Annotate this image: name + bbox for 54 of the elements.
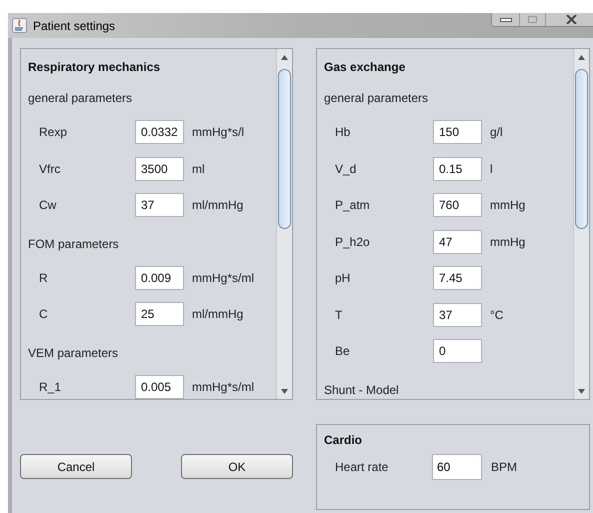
parameter-label: V_d: [335, 160, 358, 178]
panel-title: Respiratory mechanics: [28, 59, 160, 76]
parameter-label: Hb: [335, 124, 352, 142]
scroll-thumb[interactable]: [278, 69, 291, 229]
value-field[interactable]: 37: [135, 193, 184, 218]
value-field[interactable]: 60: [432, 454, 482, 480]
value-field[interactable]: 3500: [135, 156, 184, 181]
unit-label: ml/mmHg: [192, 197, 244, 214]
parameter-label: T: [335, 306, 344, 324]
value-field[interactable]: 0.005: [135, 374, 184, 399]
parameter-label: P_atm: [335, 197, 371, 214]
parameter-label: C: [39, 306, 49, 324]
unit-label: ml/mmHg: [192, 306, 244, 324]
window-title: Patient settings: [33, 18, 116, 34]
value-field[interactable]: 0.009: [135, 266, 184, 290]
value-field[interactable]: 760: [433, 193, 482, 218]
parameter-label: Vfrc: [39, 160, 62, 178]
section-label: VEM parameters: [28, 344, 118, 362]
app-icon: [12, 18, 27, 33]
ok-button[interactable]: OK: [181, 454, 293, 479]
panel-title: Cardio: [324, 432, 362, 449]
parameter-label: R_1: [39, 378, 62, 396]
unit-label: mmHg*s/ml: [192, 270, 254, 287]
parameter-label: P_h2o: [335, 234, 371, 251]
section-label: Shunt - Model: [324, 382, 399, 398]
value-field[interactable]: 0.15: [433, 156, 482, 181]
value-field[interactable]: 0: [433, 339, 482, 364]
section-label: FOM parameters: [28, 236, 119, 252]
unit-label: ml: [192, 160, 205, 178]
parameter-label: R: [39, 270, 49, 287]
unit-label: mmHg: [490, 234, 526, 251]
value-field[interactable]: 0.0332: [135, 120, 184, 144]
unit-label: l: [490, 160, 493, 178]
parameter-label: Cw: [39, 197, 58, 214]
section-label: general parameters: [28, 90, 132, 107]
unit-label: mmHg*s/ml: [192, 378, 254, 396]
value-field[interactable]: 37: [433, 302, 482, 327]
parameter-label: Heart rate: [335, 459, 390, 476]
section-label: general parameters: [324, 90, 428, 107]
unit-label: BPM: [491, 459, 518, 476]
unit-label: °C: [490, 306, 504, 324]
parameter-label: pH: [335, 270, 352, 288]
value-field[interactable]: 150: [433, 120, 482, 144]
unit-label: g/l: [490, 124, 503, 142]
scroll-thumb[interactable]: [575, 69, 588, 229]
cancel-button[interactable]: Cancel: [20, 454, 132, 479]
unit-label: mmHg*s/l: [192, 124, 244, 142]
value-field[interactable]: 25: [135, 302, 184, 326]
value-field[interactable]: 47: [433, 230, 482, 254]
unit-label: mmHg: [490, 197, 526, 214]
panel-title: Gas exchange: [324, 59, 406, 76]
parameter-label: Rexp: [39, 124, 68, 142]
value-field[interactable]: 7.45: [433, 266, 482, 290]
parameter-label: Be: [335, 343, 351, 360]
